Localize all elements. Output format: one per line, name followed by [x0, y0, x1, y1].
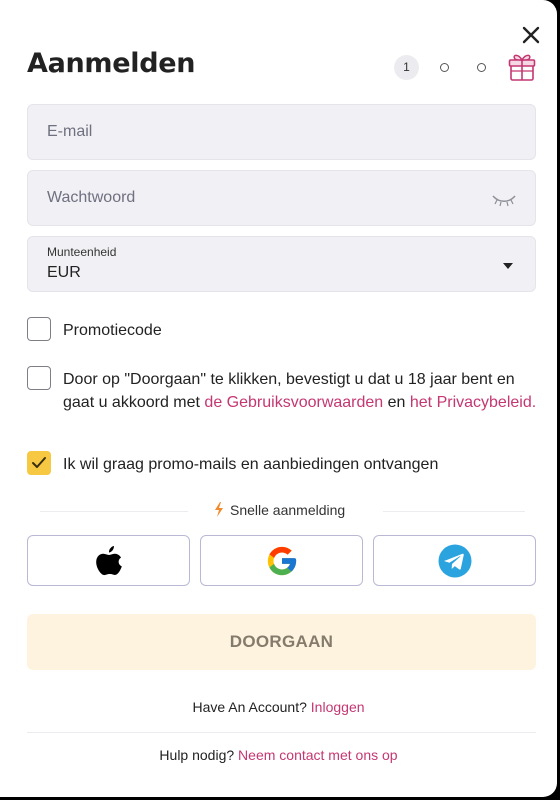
email-field[interactable]: E-mail [27, 104, 536, 160]
page-title: Aanmelden [27, 48, 196, 79]
step-dot [440, 63, 449, 72]
chevron-down-icon [503, 263, 513, 269]
google-signup-button[interactable] [200, 535, 363, 586]
terms-text-middle: en [383, 394, 410, 411]
close-icon [522, 26, 540, 44]
have-account-line: Have An Account? Inloggen [0, 699, 557, 715]
apple-signup-button[interactable] [27, 535, 190, 586]
eye-closed-icon[interactable] [491, 193, 517, 207]
privacy-link[interactable]: het Privacybeleid. [410, 394, 536, 411]
promo-code-row[interactable]: Promotiecode [27, 317, 327, 343]
password-placeholder: Wachtwoord [47, 189, 136, 206]
checkmark-icon [32, 457, 46, 468]
close-button[interactable] [516, 20, 546, 50]
terms-link[interactable]: de Gebruiksvoorwaarden [204, 394, 383, 411]
step-dot [477, 63, 486, 72]
contact-link[interactable]: Neem contact met ons op [238, 747, 398, 763]
signup-modal: Aanmelden 1 E-mail Wachtwoord Munteenhei… [0, 0, 557, 797]
help-text: Hulp nodig? [159, 747, 235, 763]
promo-mails-checkbox[interactable] [27, 451, 51, 475]
quick-signup-text: Snelle aanmelding [230, 502, 346, 518]
telegram-signup-button[interactable] [373, 535, 536, 586]
quick-signup-label: Snelle aanmelding [214, 502, 345, 518]
continue-button[interactable]: DOORGAAN [27, 614, 536, 670]
apple-icon [95, 545, 122, 575]
email-placeholder: E-mail [47, 123, 93, 140]
login-link[interactable]: Inloggen [311, 699, 365, 715]
promo-mails-label: Ik wil graag promo-mails en aanbiedingen… [63, 456, 439, 473]
terms-row: Door op "Doorgaan" te klikken, bevestigt… [27, 366, 536, 438]
telegram-icon [438, 544, 471, 577]
promo-code-checkbox[interactable] [27, 317, 51, 341]
terms-checkbox[interactable] [27, 366, 51, 390]
currency-value: EUR [47, 264, 81, 281]
divider-line-right [383, 511, 525, 512]
help-line: Hulp nodig? Neem contact met ons op [0, 747, 557, 763]
password-field[interactable]: Wachtwoord [27, 170, 536, 226]
divider-line-left [40, 511, 188, 512]
google-icon [267, 546, 296, 575]
quick-signup-divider: Snelle aanmelding [40, 502, 525, 522]
currency-select[interactable]: Munteenheid EUR [27, 236, 536, 292]
terms-text: Door op "Doorgaan" te klikken, bevestigt… [63, 368, 543, 414]
currency-label: Munteenheid [47, 245, 117, 259]
gift-icon [508, 54, 536, 81]
lightning-icon [215, 502, 223, 517]
promo-mails-row[interactable]: Ik wil graag promo-mails en aanbiedingen… [27, 451, 536, 477]
promo-code-label: Promotiecode [63, 322, 162, 339]
have-account-text: Have An Account? [192, 699, 307, 715]
footer-divider [27, 732, 536, 733]
step-current: 1 [394, 55, 419, 80]
